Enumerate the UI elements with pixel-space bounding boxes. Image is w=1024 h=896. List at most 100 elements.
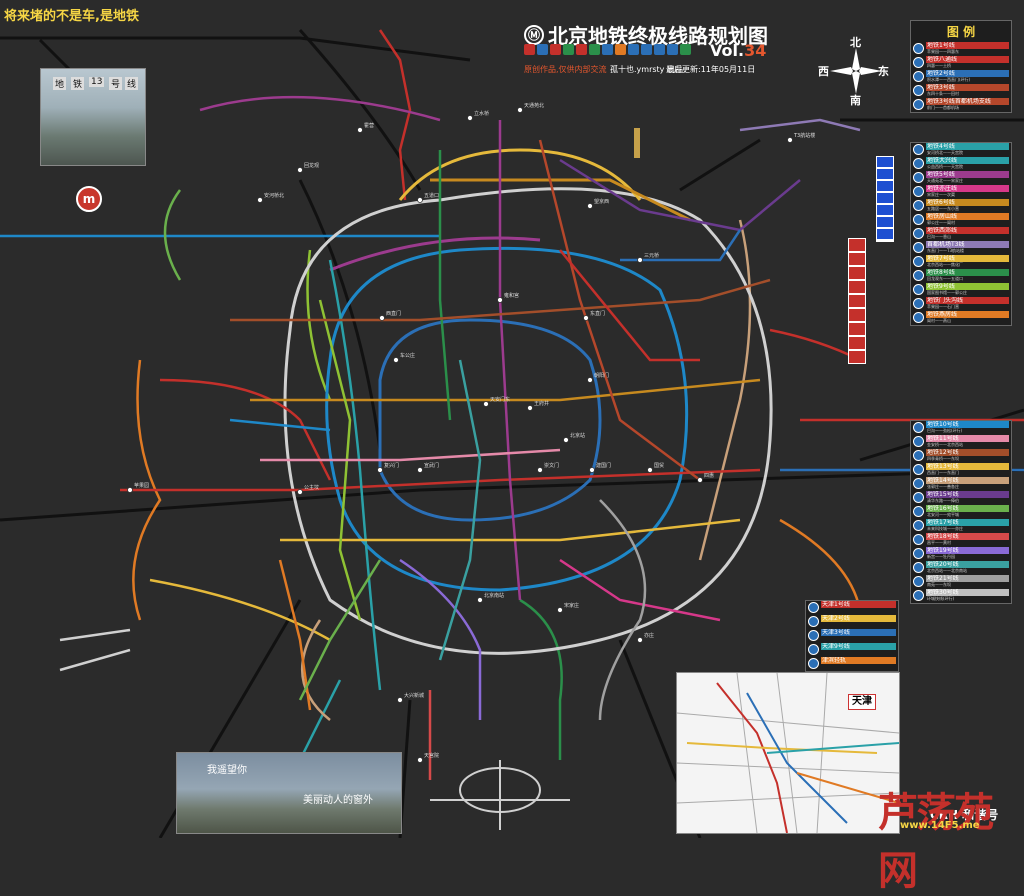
station-label: 回龙观 [304,162,319,169]
legend-line-name: 地铁19号线 [926,547,1009,554]
metro-line-icon [808,602,819,613]
legend-line-route: 巴沟——香山 [927,234,951,239]
slogan-text: 将来堵的不是车,是地铁 [4,9,139,24]
station-label: 望京西 [594,198,609,205]
compass-north: 北 [850,36,861,49]
legend-line-name: 天津3号线 [821,629,896,636]
legend-line-route: 积水潭——西直门(环行) [927,77,971,82]
legend-line-route: 北京西站——北京南站 [927,568,967,573]
legend-item-body: 地铁18号线 昌平——黄村 [926,533,1009,545]
legend-line-name: 地铁2号线 [926,70,1009,77]
legend-item-body: 地铁燕房线 阎村——燕山 [926,311,1009,323]
legend-item: 地铁八通线 四惠——土桥 [913,56,1009,69]
legend-line-name: 地铁亦庄线 [926,185,1009,192]
legend-line-name: 地铁14号线 [926,477,1009,484]
metro-line-icon [913,562,924,573]
legend-item-body: 地铁14号线 张郭庄——善各庄 [926,477,1009,489]
station-label: 北京南站 [484,592,504,599]
station-marker [297,489,303,495]
station-label: 建国门 [596,462,611,469]
facility-icon [667,44,678,55]
legend-item: 地铁8号线 回龙观东——五道口 [913,269,1009,282]
legend-line-route: 北京西站——焦化厂 [927,262,963,267]
legend-group-2: 地铁4号线 安河桥北——天宫院 地铁大兴线 公益西桥——天宫院 地铁5号线 天通苑北——宋… [911,143,1011,324]
legend-line-name: 天津9号线 [821,643,896,650]
station-marker [563,437,569,443]
legend-item: 地铁21号线 南苑——东坝 [913,575,1009,588]
legend-item-body: 天津2号线 [821,615,896,622]
facility-icon [589,44,600,55]
legend-line-name: 地铁20号线 [926,561,1009,568]
station-label: 五道口 [424,192,439,199]
legend-line-name: 地铁6号线 [926,199,1009,206]
station-label: 崇文门 [544,462,559,469]
legend-line-name: 地铁大兴线 [926,157,1009,164]
legend-line-name: 天津1号线 [821,601,896,608]
legend-item-body: 地铁30号线 环城快线(环行) [926,589,1009,601]
metro-line-icon [913,464,924,475]
photo-caption: 美丽动人的窗外 [303,795,373,806]
legend-line-route: 西直门——东直门 [927,470,959,475]
legend-item-body: 地铁16号线 北安河——宛平城 [926,505,1009,517]
legend-item: 地铁5号线 天通苑北——宋家庄 [913,171,1009,184]
photo-label: 号 [109,77,123,90]
site-watermark: 芦荡苑网 [878,789,994,894]
legend-line-name: 首都机场T3线 [926,241,1009,248]
legend-item-body: 天津3号线 [821,629,896,636]
tianjin-label: 天津 [848,694,876,710]
legend-line-name: 地铁13号线 [926,463,1009,470]
legend-line-route: 张郭庄——善各庄 [927,484,959,489]
station-label: 公主坟 [304,484,319,491]
metro-line-icon [913,284,924,295]
metro-line-icon [913,520,924,531]
legend-line-route: 新宫——牡丹园 [927,554,955,559]
legend-item-body: 地铁大兴线 公益西桥——天宫院 [926,157,1009,169]
legend-item: 天津2号线 [808,615,896,628]
metro-line-icon [913,99,924,110]
legend-line-route: 东四十条——田村 [927,91,959,96]
facility-icon [680,44,691,55]
metro-line-icon [913,186,924,197]
legend-line-route: 郭公庄——阎村 [927,220,955,225]
station-marker [483,401,489,407]
station-label: 大兴新城 [404,692,424,699]
station-marker [787,137,793,143]
legend-line-name: 津滨轻轨 [821,657,896,664]
station-marker [647,467,653,473]
legend-line-name: 地铁15号线 [926,491,1009,498]
metro-line-icon [913,492,924,503]
legend-item: 地铁大兴线 公益西桥——天宫院 [913,157,1009,170]
legend-line-route: 金安桥——北京西站 [927,442,963,447]
legend-group-tianjin: 天津1号线天津2号线天津3号线天津9号线津滨轻轨 [806,601,898,670]
legend-item-body: 地铁5号线 天通苑北——宋家庄 [926,171,1009,183]
legend-item: 地铁16号线 北安河——宛平城 [913,505,1009,518]
legend-item: 地铁18号线 昌平——黄村 [913,533,1009,546]
station-marker [587,203,593,209]
legend-item-body: 地铁19号线 新宫——牡丹园 [926,547,1009,559]
metro-line-icon [913,228,924,239]
station-label: 车公庄 [400,352,415,359]
site-url: www.14F5.me [900,820,980,831]
legend-line-route: 宋家庄——次渠 [927,192,955,197]
metro-line-icon [913,144,924,155]
metro-line-icon [808,630,819,641]
legend-line-name: 地铁7号线 [926,255,1009,262]
legend-item-body: 津滨轻轨 [821,657,896,664]
legend-line-name: 地铁3号线首都机场支线 [926,98,1009,105]
metro-line-icon [913,548,924,559]
facility-icon [537,44,548,55]
photo-label: 地 [53,77,67,90]
legend-item: 地铁2号线 积水潭——西直门(环行) [913,70,1009,83]
legend-line-name: 地铁1号线 [926,42,1009,49]
train-graphic-blue [876,156,894,242]
compass-rose: 北 南 西 东 [816,36,896,107]
station-label: 亦庄 [644,632,654,639]
legend-line-route: 回龙观东——五道口 [927,276,963,281]
legend-item: 首都机场T3线 东直门——T3航站楼 [913,241,1009,254]
metro-line-icon [913,43,924,54]
station-marker [697,477,703,483]
station-label: 北京站 [570,432,585,439]
compass-east: 东 [878,65,889,78]
photo-label: 铁 [71,77,85,90]
photo-label: 线 [125,77,139,90]
